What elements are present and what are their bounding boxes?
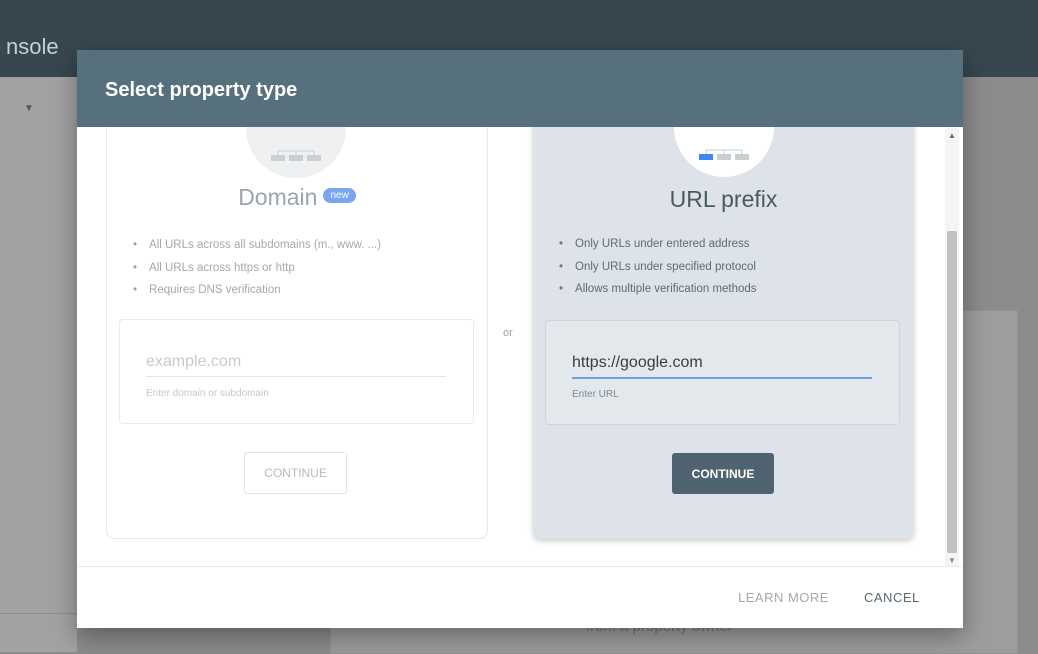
scrollbar-thumb[interactable] [947,231,957,553]
domain-card[interactable]: Domain new All URLs across all subdomains… [106,127,488,539]
learn-more-button[interactable]: LEARN MORE [738,590,829,605]
domain-title: Domain new [107,184,487,211]
domain-feature-list: All URLs across all subdomains (m., www.… [133,234,381,302]
background-divider [0,613,77,614]
url-prefix-card[interactable]: URL prefix Only URLs under entered addre… [533,127,914,539]
dialog-scrollbar[interactable]: ▲ ▼ [945,127,959,567]
url-input-caption: Enter URL [572,389,619,400]
dialog-footer: LEARN MORE CANCEL [77,566,963,628]
list-item: Only URLs under specified protocol [559,256,757,279]
url-continue-button[interactable]: CONTINUE [672,453,774,494]
url-icon-circle [674,127,774,177]
url-feature-list: Only URLs under entered address Only URL… [559,233,757,301]
domain-icon-circle [246,127,346,178]
domain-input-caption: Enter domain or subdomain [146,388,269,399]
list-item: Only URLs under entered address [559,233,757,256]
domain-input[interactable] [146,348,446,377]
list-item: All URLs across https or http [133,257,381,280]
dialog-header: Select property type [77,50,963,127]
list-item: Allows multiple verification methods [559,278,757,301]
domain-continue-button[interactable]: CONTINUE [244,452,347,494]
or-separator: or [503,327,513,339]
app-title: nsole [6,34,59,59]
network-icon [699,149,749,160]
list-item: All URLs across all subdomains (m., www.… [133,234,381,257]
select-property-dialog: Select property type Domainnew All U [77,50,963,628]
new-badge: new [323,188,356,204]
dialog-body: Domain new All URLs across all subdomains… [77,127,945,566]
background-sidebar: ▼ [0,77,77,652]
domain-title-text: Domain [238,184,318,210]
url-input[interactable] [572,349,872,379]
url-prefix-title: URL prefix [669,186,778,212]
url-input-box: Enter URL [545,320,900,425]
network-icon [271,150,321,161]
domain-input-box: Enter domain or subdomain [119,319,474,424]
cancel-button[interactable]: CANCEL [864,590,920,605]
chevron-down-icon: ▼ [24,103,34,114]
scroll-down-arrow-icon[interactable]: ▼ [945,556,959,565]
list-item: Requires DNS verification [133,279,381,302]
scroll-up-arrow-icon[interactable]: ▲ [945,131,959,140]
dialog-title: Select property type [105,79,298,101]
